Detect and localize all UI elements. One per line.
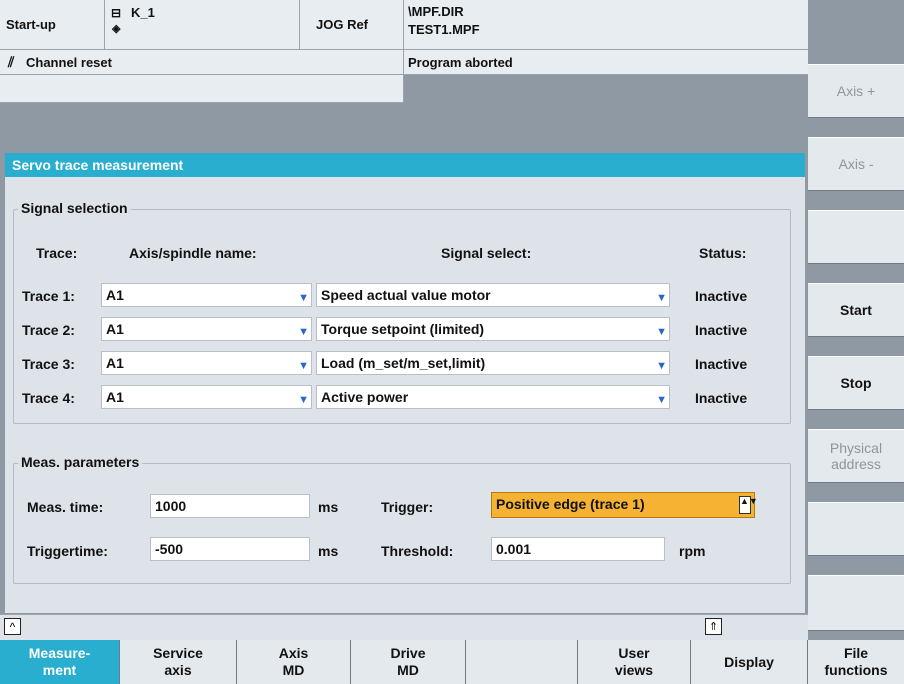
program-status: Program aborted (408, 55, 513, 70)
trace-2-axis-select[interactable]: A1 ▼ (101, 317, 312, 341)
signal-selection-label: Signal selection (18, 200, 131, 216)
dropdown-arrow-icon: ▼ (656, 360, 667, 372)
triggertime-input[interactable]: -500 (150, 537, 310, 561)
dropdown-arrow-icon: ▼ (298, 394, 309, 406)
trace-4-status: Inactive (695, 390, 748, 406)
trace-3-axis: A1 (106, 355, 124, 371)
trigger-select[interactable]: Positive edge (trace 1) ▲▼ (491, 492, 758, 518)
program-status-bar: Program aborted (404, 50, 808, 75)
trace-3-signal: Load (m_set/m_set,limit) (321, 355, 486, 371)
axis-md-button[interactable]: Axis MD (237, 640, 351, 684)
trace-2-axis: A1 (106, 321, 124, 337)
trace-2-status: Inactive (695, 322, 748, 338)
trace-4-axis: A1 (106, 389, 124, 405)
threshold-label: Threshold: (381, 543, 454, 559)
trace-4-label: Trace 4: (22, 390, 75, 406)
softkey-header-spacer (808, 0, 904, 64)
vertical-softkey-8[interactable] (808, 575, 904, 631)
trace-1-signal-select[interactable]: Speed actual value motor ▼ (316, 283, 670, 307)
reset-icon: ◈ (112, 23, 121, 35)
axis-minus-button[interactable]: Axis - (808, 137, 904, 191)
physical-address-label: Physical address (829, 440, 883, 472)
threshold-input[interactable]: 0.001 (491, 537, 665, 561)
message-line (0, 75, 404, 103)
trace-2-signal-select[interactable]: Torque setpoint (limited) ▼ (316, 317, 670, 341)
trace-1-label: Trace 1: (22, 288, 75, 304)
drive-md-button[interactable]: Drive MD (351, 640, 466, 684)
path-line-1: \MPF.DIR (408, 4, 464, 19)
channel-label: K_1 (131, 5, 155, 20)
channel-icon: ⊟ (111, 6, 122, 20)
program-path: \MPF.DIR TEST1.MPF (404, 0, 808, 50)
start-button[interactable]: Start (808, 283, 904, 337)
trace-2-label: Trace 2: (22, 322, 75, 338)
trace-4-signal-select[interactable]: Active power ▼ (316, 385, 670, 409)
dropdown-arrow-icon: ▼ (656, 292, 667, 304)
bottom-softkey-5[interactable] (466, 640, 578, 684)
trace-3-signal-select[interactable]: Load (m_set/m_set,limit) ▼ (316, 351, 670, 375)
file-functions-button[interactable]: File functions (808, 640, 904, 684)
axis-plus-button[interactable]: Axis + (808, 64, 904, 118)
channel-reset-icon: ⫽ (8, 54, 15, 70)
dropdown-arrow-icon: ▼ (298, 360, 309, 372)
meas-time-input[interactable]: 1000 (150, 494, 310, 518)
trace-3-label: Trace 3: (22, 356, 75, 372)
dropdown-arrow-icon: ▼ (656, 394, 667, 406)
vertical-softkey-7[interactable] (808, 502, 904, 556)
channel-status-bar: ⫽ Channel reset (0, 50, 404, 75)
user-views-button[interactable]: User views (578, 640, 691, 684)
trace-2-signal: Torque setpoint (limited) (321, 321, 485, 337)
col-axis-header: Axis/spindle name: (129, 245, 257, 261)
trace-3-axis-select[interactable]: A1 ▼ (101, 351, 312, 375)
triggertime-label: Triggertime: (27, 543, 108, 559)
recall-bar (0, 614, 808, 640)
meas-params-group (13, 463, 791, 584)
meas-time-label: Meas. time: (27, 499, 104, 515)
stop-button[interactable]: Stop (808, 356, 904, 410)
meas-time-unit: ms (318, 499, 339, 515)
col-signal-header: Signal select: (441, 245, 532, 261)
col-status-header: Status: (699, 245, 747, 261)
channel-field: ⊟ ◈ K_1 (105, 0, 300, 50)
measurement-button[interactable]: Measure- ment (0, 640, 120, 684)
jog-field: JOG Ref (300, 0, 404, 50)
display-button[interactable]: Display (691, 640, 808, 684)
path-line-2: TEST1.MPF (408, 22, 480, 37)
trigger-value: Positive edge (trace 1) (496, 496, 645, 512)
meas-params-label: Meas. parameters (18, 454, 143, 470)
dropdown-arrow-icon: ▼ (298, 292, 309, 304)
channel-status: Channel reset (26, 55, 112, 70)
trace-1-axis-select[interactable]: A1 ▼ (101, 283, 312, 307)
recall-icon[interactable]: ^ (4, 618, 21, 635)
toggle-icon: ▲▼ (739, 496, 758, 514)
trace-1-status: Inactive (695, 288, 748, 304)
trace-4-axis-select[interactable]: A1 ▼ (101, 385, 312, 409)
dropdown-arrow-icon: ▼ (656, 326, 667, 338)
col-trace-header: Trace: (36, 245, 78, 261)
trace-4-signal: Active power (321, 389, 409, 405)
threshold-unit: rpm (679, 543, 706, 559)
mode-label: Start-up (6, 17, 56, 32)
trace-1-signal: Speed actual value motor (321, 287, 491, 303)
trace-3-status: Inactive (695, 356, 748, 372)
dropdown-arrow-icon: ▼ (298, 326, 309, 338)
etc-icon[interactable]: ⇑ (705, 618, 722, 635)
vertical-softkey-3[interactable] (808, 210, 904, 264)
window-title: Servo trace measurement (5, 153, 805, 177)
trigger-label: Trigger: (381, 499, 434, 515)
trace-1-axis: A1 (106, 287, 124, 303)
mode-field: Start-up (0, 0, 105, 50)
triggertime-unit: ms (318, 543, 339, 559)
physical-address-button[interactable]: Physical address (808, 429, 904, 483)
jog-label: JOG Ref (316, 17, 369, 32)
service-axis-button[interactable]: Service axis (120, 640, 237, 684)
